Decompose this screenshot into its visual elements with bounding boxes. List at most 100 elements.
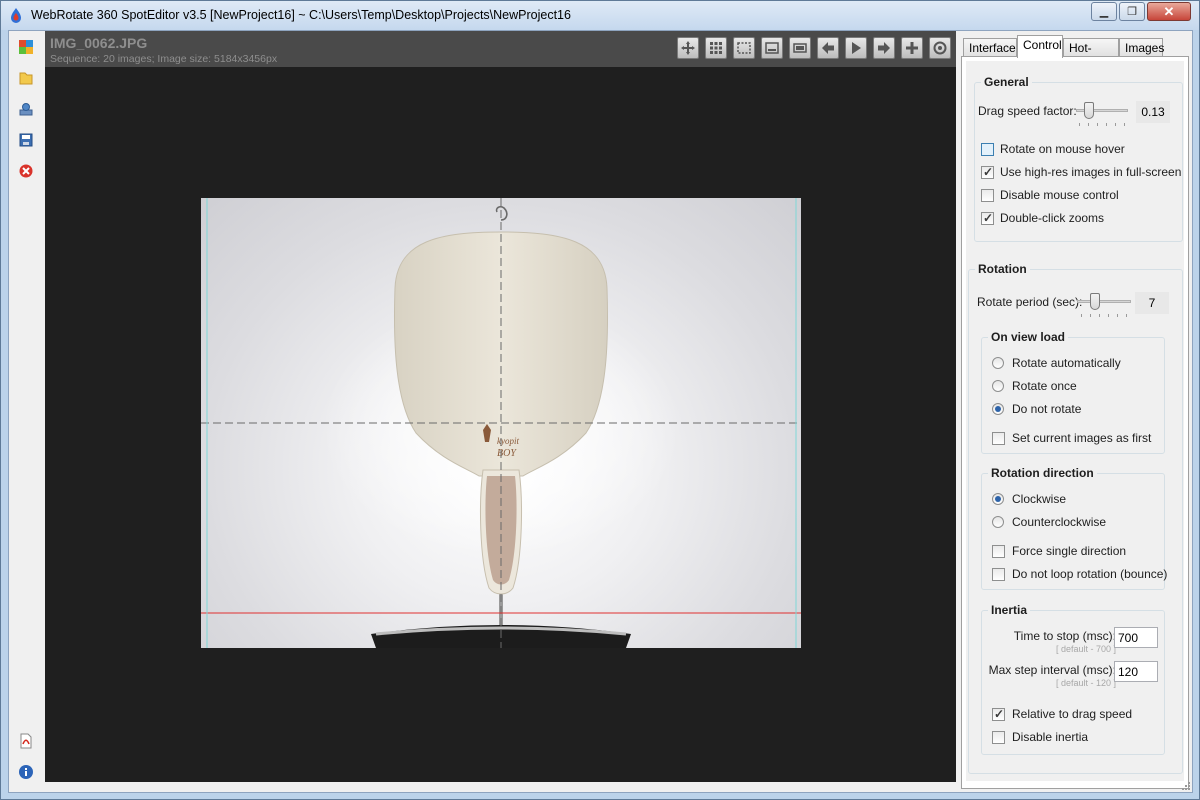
do-not-rotate-radio[interactable] [992,403,1004,415]
do-not-rotate-label[interactable]: Do not rotate [1012,402,1081,416]
help-pdf-button[interactable] [17,732,35,750]
general-group-title: General [981,75,1032,89]
grid-button[interactable] [705,37,727,59]
target-icon [933,41,947,55]
fit-icon [793,43,807,53]
max-step-interval-hint: [ default - 120 ] [1055,678,1116,688]
rotate-on-hover-label[interactable]: Rotate on mouse hover [1000,142,1125,156]
disable-inertia-checkbox[interactable] [992,731,1005,744]
time-to-stop-input[interactable]: 700 [1114,627,1158,648]
force-single-direction-label[interactable]: Force single direction [1012,544,1126,558]
open-project-button[interactable] [17,69,35,87]
radio-selected-dot [995,496,1001,502]
control-tab-page: General Drag speed factor: 0.13 Rotate o… [961,56,1189,789]
about-button[interactable] [17,763,35,781]
bounce-label[interactable]: Do not loop rotation (bounce) [1012,567,1167,581]
double-click-zoom-checkbox[interactable]: ✓ [981,211,994,225]
rotate-once-radio[interactable] [992,380,1004,392]
rotate-automatically-radio[interactable] [992,357,1004,369]
previous-frame-button[interactable] [817,37,839,59]
viewer-header: IMG_0062.JPG Sequence: 20 images; Image … [45,31,956,67]
save-button[interactable] [17,131,35,149]
publish-icon [19,103,33,116]
save-icon [19,133,33,147]
counterclockwise-radio[interactable] [992,516,1004,528]
next-frame-button[interactable] [873,37,895,59]
cubes-tool-button[interactable] [17,38,35,56]
general-group: General Drag speed factor: 0.13 Rotate o… [974,75,1183,242]
set-first-images-checkbox[interactable] [992,432,1005,445]
settings-panel: Interface Control Hot-spots Images Gener… [961,31,1192,792]
pan-button[interactable] [677,37,699,59]
publish-button[interactable] [17,100,35,118]
window-title: WebRotate 360 SpotEditor v3.5 [NewProjec… [31,8,571,22]
rotate-on-hover-checkbox[interactable] [981,143,994,156]
high-res-fullscreen-label[interactable]: Use high-res images in full-screen [1000,165,1181,179]
force-single-direction-checkbox[interactable] [992,545,1005,558]
filmstrip-button[interactable] [761,37,783,59]
product-image[interactable]: kyopit BOY [201,198,801,648]
product-logo-text: kyopit [497,436,519,446]
minimize-button[interactable]: ▁ [1091,2,1117,21]
tab-hot-spots[interactable]: Hot-spots [1063,38,1119,69]
disable-mouse-label[interactable]: Disable mouse control [1000,188,1119,202]
drag-speed-label: Drag speed factor: [978,104,1077,118]
tab-interface[interactable]: Interface [963,38,1017,57]
rotate-period-slider-track[interactable] [1077,300,1131,303]
set-first-images-label[interactable]: Set current images as first [1012,431,1151,445]
high-res-fullscreen-checkbox[interactable]: ✓ [981,165,994,179]
tab-control[interactable]: Control [1017,35,1063,58]
plus-icon [906,42,918,54]
on-view-load-title: On view load [988,330,1069,344]
resize-grip-icon[interactable] [1180,780,1190,790]
rotation-group-title: Rotation [975,262,1030,276]
time-to-stop-label: Time to stop (msc): [1013,629,1116,643]
play-icon [852,42,861,54]
image-info: Sequence: 20 images; Image size: 5184x34… [50,53,278,65]
title-bar[interactable]: WebRotate 360 SpotEditor v3.5 [NewProjec… [1,1,1199,30]
rotate-period-slider-thumb[interactable] [1090,293,1101,310]
inertia-group: Inertia Time to stop (msc): [ default - … [981,603,1165,755]
rotation-direction-group: Rotation direction Clockwise Countercloc… [981,466,1167,590]
double-click-zoom-label[interactable]: Double-click zooms [1000,211,1104,225]
move-icon [681,41,695,55]
select-region-icon [737,42,751,54]
rotate-period-value: 7 [1135,292,1169,314]
minimize-icon: ▁ [1099,6,1109,18]
left-toolbar [9,31,44,792]
clockwise-label[interactable]: Clockwise [1012,492,1066,506]
image-filename: IMG_0062.JPG [50,35,148,51]
on-view-load-group: On view load Rotate automatically Rotate… [981,330,1165,454]
client-area: IMG_0062.JPG Sequence: 20 images; Image … [8,30,1193,793]
rotate-once-label[interactable]: Rotate once [1012,379,1077,393]
tab-images[interactable]: Images [1119,38,1164,57]
max-step-interval-input[interactable]: 120 [1114,661,1158,682]
cubes-icon [19,40,33,54]
close-project-button[interactable] [17,162,35,180]
open-folder-icon [19,72,33,85]
counterclockwise-label[interactable]: Counterclockwise [1012,515,1106,529]
disable-inertia-label[interactable]: Disable inertia [1012,730,1088,744]
checkmark-icon: ✓ [994,707,1005,721]
relative-drag-speed-checkbox[interactable]: ✓ [992,707,1005,721]
add-hotspot-button[interactable] [901,37,923,59]
app-logo-icon [11,8,21,23]
info-icon [19,765,33,779]
select-region-button[interactable] [733,37,755,59]
relative-drag-speed-label[interactable]: Relative to drag speed [1012,707,1132,721]
drag-speed-slider-thumb[interactable] [1084,102,1095,119]
rotate-automatically-label[interactable]: Rotate automatically [1012,356,1121,370]
clockwise-radio[interactable] [992,493,1004,505]
maximize-button[interactable]: ❐ [1119,2,1145,21]
drag-speed-value: 0.13 [1136,101,1170,123]
fit-view-button[interactable] [789,37,811,59]
close-button[interactable]: ✕ [1147,2,1191,21]
rotate-period-ticks [1081,314,1127,318]
bounce-checkbox[interactable] [992,568,1005,581]
disable-mouse-checkbox[interactable] [981,189,994,202]
center-point-button[interactable] [929,37,951,59]
paddle-photo: kyopit BOY [201,198,801,648]
play-button[interactable] [845,37,867,59]
rotate-period-label: Rotate period (sec): [977,295,1083,309]
arrow-left-icon [822,42,834,54]
